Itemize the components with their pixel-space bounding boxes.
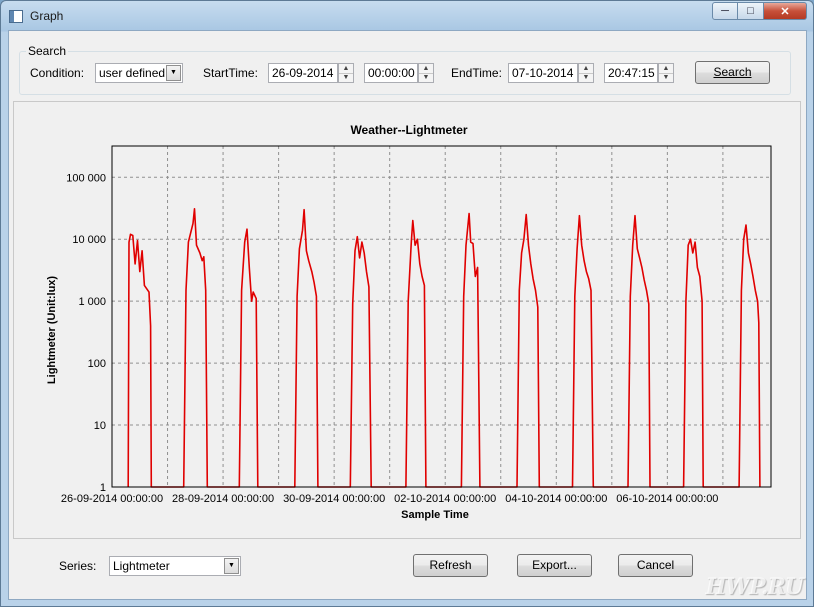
y-axis-label: Lightmeter (Unit:lux) — [46, 276, 58, 384]
chevron-down-icon[interactable]: ▼ — [166, 65, 181, 81]
end-date-field[interactable]: 07-10-2014 — [508, 63, 578, 83]
start-date-value: 26-09-2014 — [272, 66, 334, 80]
refresh-button-label: Refresh — [429, 558, 472, 572]
refresh-button[interactable]: Refresh — [413, 554, 488, 577]
start-time-field[interactable]: 00:00:00 — [364, 63, 418, 83]
x-tick-label: 02-10-2014 00:00:00 — [394, 493, 496, 505]
x-axis-label: Sample Time — [401, 509, 469, 521]
close-icon: ✕ — [780, 5, 790, 18]
caption-buttons: ─ □ ✕ — [712, 2, 807, 21]
condition-select[interactable]: user defined ▼ — [95, 63, 183, 83]
x-tick-label: 06-10-2014 00:00:00 — [616, 493, 718, 505]
maximize-icon: □ — [747, 5, 754, 17]
export-button[interactable]: Export... — [517, 554, 592, 577]
x-tick-label: 26-09-2014 00:00:00 — [61, 493, 163, 505]
start-time-spinner[interactable]: ▲ ▼ — [418, 63, 434, 83]
spin-down-icon[interactable]: ▼ — [579, 73, 593, 82]
window-icon — [9, 10, 23, 23]
end-date-spinner[interactable]: ▲ ▼ — [578, 63, 594, 83]
end-time-label: EndTime: — [451, 66, 502, 80]
window-title: Graph — [30, 9, 64, 23]
condition-select-value: user defined — [99, 66, 166, 80]
minimize-button[interactable]: ─ — [712, 2, 738, 20]
start-date-spinner[interactable]: ▲ ▼ — [338, 63, 354, 83]
series-select[interactable]: Lightmeter ▼ — [109, 556, 241, 576]
spin-down-icon[interactable]: ▼ — [419, 73, 433, 82]
client-area: Search Condition: user defined ▼ StartTi… — [8, 30, 807, 600]
y-tick-label: 100 000 — [66, 172, 106, 184]
end-time-spinner[interactable]: ▲ ▼ — [658, 63, 674, 83]
grid-lines — [112, 146, 771, 487]
cancel-button-label: Cancel — [636, 558, 675, 572]
start-time-label: StartTime: — [203, 66, 258, 80]
y-tick-label: 100 — [88, 358, 106, 370]
chevron-down-icon[interactable]: ▼ — [224, 558, 239, 574]
lightmeter-chart: Weather--Lightmeter Lightmeter (Unit:lux… — [46, 123, 772, 521]
series-label: Series: — [59, 559, 97, 573]
series-select-value: Lightmeter — [113, 559, 170, 573]
start-date-field[interactable]: 26-09-2014 — [268, 63, 338, 83]
plot-frame — [111, 145, 772, 488]
x-tick-label: 28-09-2014 00:00:00 — [172, 493, 274, 505]
graph-window: Graph ─ □ ✕ Search Condition: user defin… — [0, 0, 814, 607]
y-tick-label: 10 — [94, 420, 106, 432]
search-button-label: Search — [713, 65, 752, 79]
condition-label: Condition: — [30, 66, 85, 80]
end-time-value: 20:47:15 — [608, 66, 655, 80]
x-tick-label: 04-10-2014 00:00:00 — [505, 493, 607, 505]
watermark-logo: HWP.RU — [705, 574, 804, 600]
title-bar[interactable]: Graph ─ □ ✕ — [1, 1, 813, 31]
spin-down-icon[interactable]: ▼ — [659, 73, 673, 82]
x-tick-label: 30-09-2014 00:00:00 — [283, 493, 385, 505]
search-group-legend: Search — [26, 44, 69, 58]
search-button[interactable]: Search — [695, 61, 770, 84]
spin-down-icon[interactable]: ▼ — [339, 73, 353, 82]
cancel-button[interactable]: Cancel — [618, 554, 693, 577]
close-button[interactable]: ✕ — [764, 2, 807, 20]
export-button-label: Export... — [532, 558, 577, 572]
y-tick-label: 1 000 — [78, 296, 106, 308]
chart-title: Weather--Lightmeter — [350, 123, 467, 137]
end-date-value: 07-10-2014 — [512, 66, 574, 80]
y-tick-label: 10 000 — [72, 234, 106, 246]
maximize-button[interactable]: □ — [738, 2, 764, 20]
end-time-field[interactable]: 20:47:15 — [604, 63, 658, 83]
minimize-icon: ─ — [721, 5, 729, 17]
search-group: Search Condition: user defined ▼ StartTi… — [19, 44, 791, 95]
chart-panel: Weather--Lightmeter Lightmeter (Unit:lux… — [13, 101, 801, 539]
start-time-value: 00:00:00 — [368, 66, 415, 80]
